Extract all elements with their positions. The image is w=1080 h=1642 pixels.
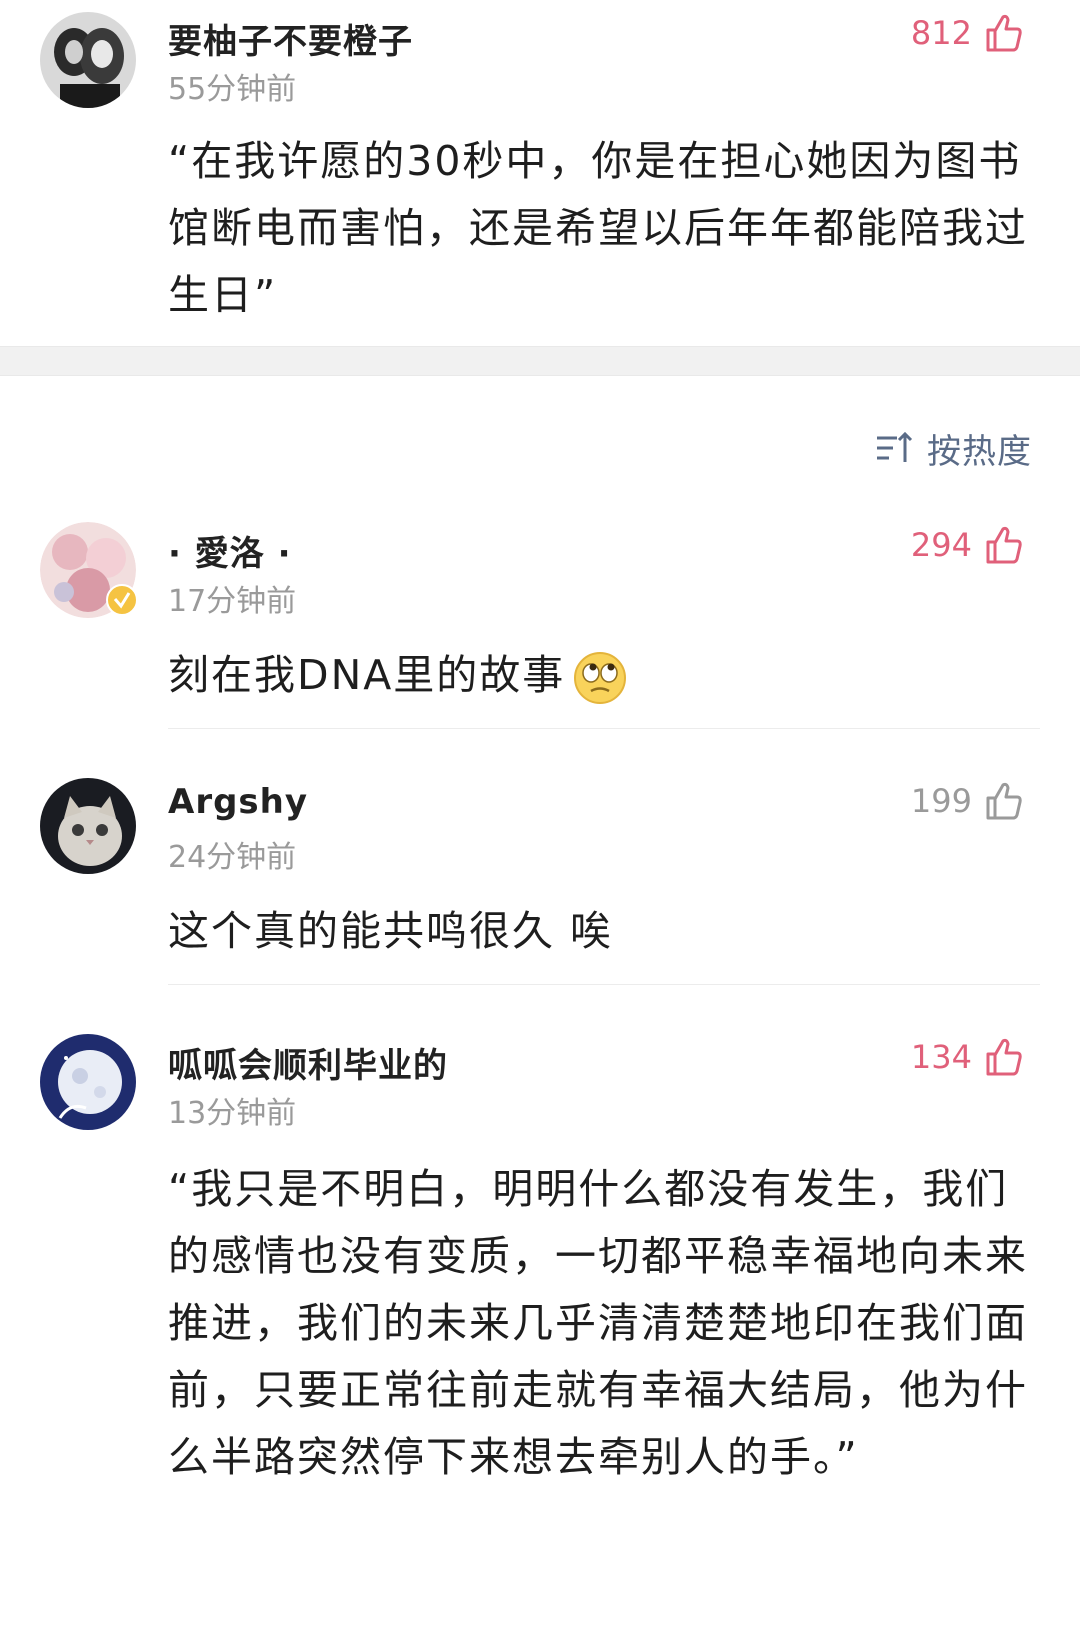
avatar[interactable] [40,12,136,108]
like-count: 294 [910,526,972,564]
timestamp: 24分钟前 [168,840,297,875]
divider [168,984,1040,985]
username[interactable]: 呱呱会顺利毕业的 [168,1038,448,1087]
username[interactable]: 要柚子不要橙子 [168,14,413,63]
like-button[interactable]: 199 [911,780,1024,822]
avatar-image-icon [40,778,136,874]
timestamp: 13分钟前 [168,1096,297,1131]
eye-roll-emoji-icon [574,652,627,704]
thumbs-up-icon [986,782,1022,820]
thumbs-up-icon [986,526,1022,564]
sort-icon [877,431,913,462]
like-button[interactable]: 812 [911,12,1024,54]
timestamp: 17分钟前 [168,584,297,619]
timestamp: 55分钟前 [168,72,297,107]
avatar[interactable] [40,778,136,874]
username[interactable]: · 愛洛 · [168,526,292,575]
like-button[interactable]: 134 [911,1036,1024,1078]
like-count: 812 [910,14,972,52]
sort-by-hot-button[interactable]: 按热度 [875,424,1032,473]
avatar[interactable] [40,1034,136,1130]
comment-text: 刻在我DNA里的故事 [168,642,1038,709]
section-separator [0,346,1080,376]
comment-text: “我只是不明白，明明什么都没有发生，我们的感情也没有变质，一切都平稳幸福地向未来… [168,1165,1028,1481]
avatar-image-icon [40,12,136,108]
thumbs-up-icon [986,14,1022,52]
verified-badge-icon [106,584,138,616]
like-count: 134 [910,1038,972,1076]
avatar-image-icon [40,1034,136,1130]
comment-text: 这个真的能共鸣很久 唉 [168,907,614,955]
avatar[interactable] [40,522,138,618]
comment-text-content: 刻在我DNA里的故事 [168,651,566,699]
thumbs-up-icon [986,1038,1022,1076]
like-button[interactable]: 294 [911,524,1024,566]
comment-text: “在我许愿的30秒中，你是在担心她因为图书馆断电而害怕，还是希望以后年年都能陪我… [168,137,1028,319]
sort-label: 按热度 [927,432,1032,472]
divider [168,728,1040,729]
like-count: 199 [910,782,972,820]
username[interactable]: Argshy [168,782,308,822]
